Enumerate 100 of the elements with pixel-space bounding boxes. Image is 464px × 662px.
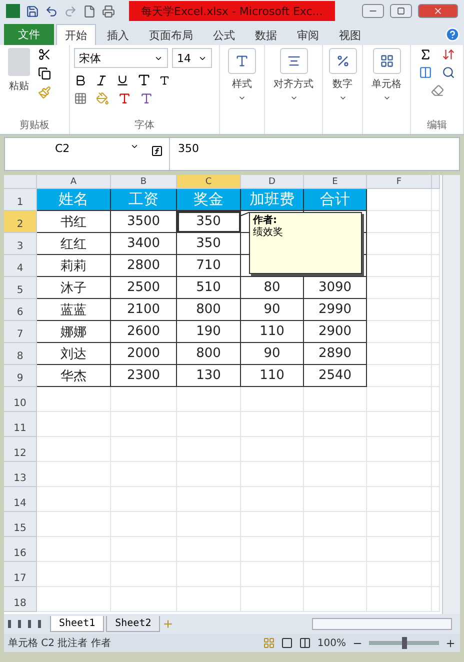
ribbon-button[interactable]: 样式 [232, 77, 252, 91]
row-header[interactable]: 3 [4, 233, 37, 255]
maximize-icon [397, 7, 405, 15]
underline-icon[interactable] [116, 74, 129, 86]
column-header[interactable]: A [37, 175, 111, 189]
bold-icon[interactable] [74, 74, 87, 86]
ribbon-tab[interactable]: 页面布局 [140, 24, 202, 45]
cut-icon[interactable] [38, 48, 51, 61]
clear-icon[interactable] [430, 84, 444, 97]
undo-icon[interactable] [45, 4, 58, 18]
ribbon-button[interactable]: 数字 [332, 77, 352, 91]
empty-cell [367, 462, 432, 487]
file-tab[interactable]: 文件 [4, 24, 54, 45]
printer-icon[interactable] [102, 4, 115, 18]
row-header[interactable]: 8 [4, 343, 37, 365]
close-button[interactable] [418, 4, 458, 18]
ribbon-tab[interactable]: 插入 [98, 24, 138, 45]
font-color-icon[interactable] [118, 92, 131, 105]
ribbon-tab[interactable]: 审阅 [288, 24, 328, 45]
row-header[interactable]: 18 [4, 587, 37, 612]
table-cell: 2500 [111, 277, 177, 299]
zoom-in-icon[interactable] [445, 638, 456, 648]
formula-field[interactable]: 350 [169, 138, 459, 170]
table-cell: 2540 [304, 365, 367, 387]
row-header[interactable]: 15 [4, 512, 37, 537]
ribbon-icon [228, 48, 256, 74]
function-icon[interactable] [151, 145, 163, 157]
leader-line [240, 212, 250, 216]
zoom-thumb[interactable] [402, 637, 407, 649]
column-header[interactable]: B [111, 175, 177, 189]
table-cell: 510 [177, 277, 241, 299]
empty-cell [304, 487, 367, 512]
borders-icon[interactable] [74, 92, 87, 105]
font-name: 宋体 [79, 50, 101, 66]
group-label: 剪贴板 [18, 118, 50, 133]
sum-icon[interactable] [419, 48, 432, 61]
paste-button[interactable]: 粘贴 [9, 79, 29, 93]
grow-font-icon[interactable] [137, 73, 151, 87]
fill-color-icon[interactable] [96, 92, 109, 105]
column-header[interactable]: E [304, 175, 367, 189]
table-cell: 800 [177, 299, 241, 321]
empty-cell [177, 387, 241, 412]
header-cell: 加班费 [241, 189, 304, 211]
empty-cell [367, 587, 432, 612]
find-icon[interactable] [442, 66, 455, 79]
empty-cell [177, 562, 241, 587]
row-header[interactable]: 1 [4, 189, 37, 211]
table-cell: 红红 [37, 233, 111, 255]
sort-icon[interactable] [442, 48, 455, 61]
row-header[interactable]: 9 [4, 365, 37, 387]
font-name-field[interactable]: 宋体 [74, 48, 168, 68]
row-header[interactable]: 11 [4, 412, 37, 437]
sheet-tab[interactable]: Sheet2 [106, 616, 160, 632]
ribbon-tab[interactable]: 视图 [330, 24, 370, 45]
italic-icon[interactable] [95, 74, 108, 86]
save-icon[interactable] [26, 4, 39, 18]
row-header[interactable]: 2 [4, 211, 37, 233]
ribbon-button[interactable]: 对齐方式 [274, 77, 314, 91]
ribbon-tab[interactable]: 开始 [56, 24, 96, 45]
row-header[interactable]: 7 [4, 321, 37, 343]
empty-cell [111, 437, 177, 462]
ribbon-tab[interactable]: 数据 [246, 24, 286, 45]
column-header [432, 175, 440, 189]
name-box[interactable]: C2 [5, 138, 145, 156]
copy-icon[interactable] [38, 67, 51, 80]
new-file-icon[interactable] [83, 4, 96, 18]
page-break-icon[interactable] [299, 637, 312, 649]
empty-cell [367, 512, 432, 537]
row-header[interactable]: 6 [4, 299, 37, 321]
phonetic-icon[interactable] [140, 92, 153, 105]
table-cell: 莉莉 [37, 255, 111, 277]
ribbon-button[interactable]: 单元格 [372, 77, 402, 91]
row-header[interactable]: 4 [4, 255, 37, 277]
row-header[interactable]: 13 [4, 462, 37, 487]
maximize-button[interactable] [390, 4, 412, 18]
font-size-field[interactable]: 14 [172, 48, 212, 68]
ribbon-icon [280, 48, 308, 74]
fill-icon[interactable] [419, 66, 432, 79]
table-cell: 710 [177, 255, 241, 277]
row-header[interactable]: 17 [4, 562, 37, 587]
row-header[interactable]: 5 [4, 277, 37, 299]
column-header[interactable]: C [177, 175, 241, 189]
sheet-tab[interactable]: Sheet1 [50, 616, 104, 632]
row-header[interactable]: 12 [4, 437, 37, 462]
comment-author: 作者: [253, 215, 278, 226]
help-icon[interactable] [445, 27, 460, 42]
column-header[interactable]: F [367, 175, 432, 189]
row-header[interactable]: 10 [4, 387, 37, 412]
empty-cell [111, 387, 177, 412]
column-header[interactable]: D [241, 175, 304, 189]
table-cell: 130 [177, 365, 241, 387]
empty-cell [111, 412, 177, 437]
row-header[interactable]: 14 [4, 487, 37, 512]
page-layout-icon[interactable] [281, 637, 294, 649]
row-header[interactable]: 16 [4, 537, 37, 562]
ribbon-icon [328, 48, 356, 74]
minimize-button[interactable] [362, 4, 384, 18]
shrink-font-icon[interactable] [159, 74, 170, 86]
table-cell: 蓝蓝 [37, 299, 111, 321]
ribbon-tab[interactable]: 公式 [204, 24, 244, 45]
